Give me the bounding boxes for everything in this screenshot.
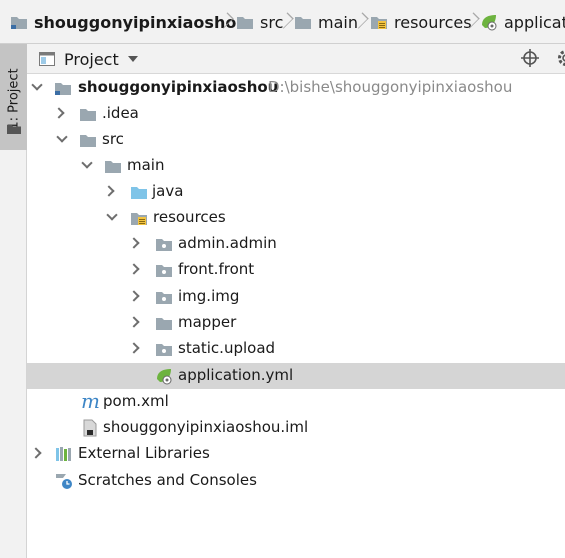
spring-config-icon [482, 15, 497, 31]
module-file-icon [83, 419, 97, 437]
project-view-selector[interactable]: Project [64, 50, 119, 69]
tree-row-mapper[interactable]: mapper [27, 310, 565, 336]
expanded-arrow-icon[interactable] [32, 83, 41, 92]
tree-item-label: java [152, 182, 184, 200]
module-folder-icon [11, 17, 27, 29]
breadcrumb-item-application[interactable]: applicati [480, 0, 565, 43]
gear-icon[interactable] [557, 49, 565, 67]
folder-icon [7, 125, 21, 134]
chevron-down-icon[interactable] [128, 56, 138, 62]
module-folder-icon [55, 83, 71, 95]
breadcrumb-item-main[interactable]: main [294, 0, 358, 43]
tree-row-front[interactable]: front.front [27, 257, 565, 283]
tree-item-label: src [102, 130, 124, 148]
tree-item-label: main [127, 156, 165, 174]
breadcrumb-separator [220, 12, 228, 32]
breadcrumb-separator [280, 12, 288, 32]
tree-item-label: static.upload [178, 339, 276, 357]
tool-window-strip: 1: Project [0, 44, 27, 558]
folder-icon [80, 109, 96, 121]
maven-icon: m [81, 389, 100, 413]
tree-item-label: resources [153, 208, 226, 226]
project-root-label: shouggonyipinxiaoshou [78, 78, 279, 96]
folder-icon [105, 161, 121, 173]
expanded-arrow-icon[interactable] [107, 213, 116, 222]
folder-icon [295, 17, 311, 29]
breadcrumb-separator [466, 12, 474, 32]
folder-icon [156, 318, 172, 330]
tree-row-pom[interactable]: m pom.xml [27, 389, 565, 415]
folder-icon [237, 17, 253, 29]
navigation-breadcrumb: shouggonyipinxiaoshou src main resources… [0, 0, 565, 44]
collapsed-arrow-icon[interactable] [55, 109, 64, 118]
tree-row-external-libraries[interactable]: External Libraries [27, 441, 565, 467]
spring-config-icon [157, 369, 172, 385]
breadcrumb-item-project[interactable]: shouggonyipinxiaoshou [10, 0, 248, 43]
tree-row-application-yml[interactable]: application.yml [27, 363, 565, 389]
breadcrumb-label: shouggonyipinxiaoshou [34, 12, 248, 32]
breadcrumb-separator [355, 12, 363, 32]
tree-item-label: shouggonyipinxiaoshou.iml [103, 418, 309, 436]
tree-row-resources[interactable]: resources [27, 205, 565, 231]
library-icon [56, 447, 71, 461]
tree-item-label: External Libraries [78, 444, 210, 462]
project-tool-label: 1: Project [6, 68, 22, 130]
collapsed-arrow-icon[interactable] [105, 187, 114, 196]
tree-item-label: mapper [178, 313, 237, 331]
expanded-arrow-icon[interactable] [82, 161, 91, 170]
project-window-icon [39, 52, 55, 66]
tree-item-label: .idea [102, 104, 139, 122]
breadcrumb-item-resources[interactable]: resources [370, 0, 472, 43]
tree-item-label: Scratches and Consoles [78, 471, 257, 489]
tree-row-img[interactable]: img.img [27, 284, 565, 310]
tree-row-java[interactable]: java [27, 179, 565, 205]
collapsed-arrow-icon[interactable] [130, 344, 139, 353]
source-folder-icon [131, 187, 147, 199]
collapsed-arrow-icon[interactable] [130, 318, 139, 327]
resources-folder-icon [371, 17, 387, 29]
tree-row-iml[interactable]: shouggonyipinxiaoshou.iml [27, 415, 565, 441]
breadcrumb-label: resources [394, 12, 472, 32]
tree-item-label: img.img [178, 287, 240, 305]
scratches-icon [56, 474, 72, 489]
resources-folder-icon [131, 213, 147, 225]
tree-row-project-root[interactable]: shouggonyipinxiaoshou D:\bishe\shouggony… [27, 75, 565, 101]
locate-target-icon[interactable] [521, 49, 539, 67]
package-folder-icon [156, 292, 172, 304]
project-panel-header: Project [27, 44, 565, 74]
collapsed-arrow-icon[interactable] [130, 239, 139, 248]
tree-item-label: admin.admin [178, 234, 277, 252]
project-tool-tab[interactable]: 1: Project [0, 44, 27, 150]
tree-row-static[interactable]: static.upload [27, 336, 565, 362]
tree-row-src[interactable]: src [27, 127, 565, 153]
collapsed-arrow-icon[interactable] [130, 265, 139, 274]
tree-row-idea[interactable]: .idea [27, 101, 565, 127]
folder-icon [80, 135, 96, 147]
collapsed-arrow-icon[interactable] [130, 292, 139, 301]
tree-row-scratches[interactable]: Scratches and Consoles [27, 468, 565, 494]
tree-item-label: front.front [178, 260, 255, 278]
collapsed-arrow-icon[interactable] [32, 449, 41, 458]
tree-item-label: pom.xml [103, 392, 169, 410]
project-root-path: D:\bishe\shouggonyipinxiaoshou [268, 78, 513, 96]
package-folder-icon [156, 239, 172, 251]
tree-item-label: application.yml [178, 366, 294, 384]
package-folder-icon [156, 265, 172, 277]
breadcrumb-label: applicati [504, 12, 565, 32]
package-folder-icon [156, 344, 172, 356]
tree-row-admin[interactable]: admin.admin [27, 231, 565, 257]
expanded-arrow-icon[interactable] [57, 135, 66, 144]
tree-row-main[interactable]: main [27, 153, 565, 179]
